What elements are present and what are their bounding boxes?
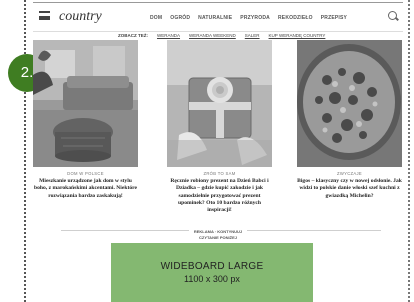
page-frame: country DOM OGRÓD NATURALNIE PRZYRODA RE…: [33, 0, 403, 302]
nav-item-ogrod[interactable]: OGRÓD: [170, 15, 190, 21]
article-card[interactable]: ZWYCZAJE Bigos – klasyczny czy w nowej o…: [297, 40, 402, 200]
article-title[interactable]: Ręcznie robiony prezent na Dzień Babci i…: [167, 178, 272, 214]
ad-label: REKLAMA · KONTYNUUJ CZYTANIE PONIŻEJ: [33, 229, 403, 240]
nav-item-przepisy[interactable]: PRZEPISY: [321, 15, 347, 21]
nav-item-rekodzielo[interactable]: REKODZIEŁO: [278, 15, 313, 21]
nav-item-dom[interactable]: DOM: [150, 15, 162, 21]
article-image-bigos-dish[interactable]: [297, 40, 402, 167]
article-card[interactable]: ZRÓB TO SAM Ręcznie robiony prezent na D…: [167, 40, 272, 214]
see-also-link-weranda[interactable]: WERANDA: [157, 33, 180, 38]
site-header: country DOM OGRÓD NATURALNIE PRZYRODA RE…: [33, 2, 403, 32]
main-nav: DOM OGRÓD NATURALNIE PRZYRODA REKODZIEŁO…: [150, 15, 347, 21]
see-also-bar: ZOBACZ TEŻ: WERANDA WERANDA WEEKEND SALE…: [118, 33, 325, 38]
article-category: ZWYCZAJE: [337, 171, 362, 176]
ad-box-size: 1100 x 300 px: [184, 274, 240, 284]
article-image-gift-box[interactable]: [167, 40, 272, 167]
see-also-link-saler[interactable]: SALER: [245, 33, 260, 38]
nav-item-naturalnie[interactable]: NATURALNIE: [198, 15, 232, 21]
article-title[interactable]: Mieszkanie urządzone jak dom w stylu boh…: [33, 178, 138, 200]
ad-label-line2: CZYTANIE PONIŻEJ: [194, 234, 242, 240]
article-image-boho-interior[interactable]: [33, 40, 138, 167]
see-also-link-kup[interactable]: KUP WERANDĘ COUNTRY: [269, 33, 326, 38]
article-category: ZRÓB TO SAM: [203, 171, 236, 176]
ad-box-title: WIDEBOARD LARGE: [160, 261, 264, 272]
article-category: DOM W POLSCE: [67, 171, 104, 176]
see-also-label: ZOBACZ TEŻ:: [118, 33, 148, 38]
ad-label-line1: REKLAMA · KONTYNUUJ: [188, 229, 248, 234]
left-dotted-guide: [24, 0, 26, 302]
site-logo[interactable]: country: [59, 9, 102, 25]
hamburger-menu-icon[interactable]: [39, 11, 50, 20]
ad-placeholder-box[interactable]: WIDEBOARD LARGE 1100 x 300 px: [111, 243, 313, 302]
article-title[interactable]: Bigos – klasyczny czy w nowej odsłonie. …: [297, 178, 402, 200]
article-card[interactable]: DOM W POLSCE Mieszkanie urządzone jak do…: [33, 40, 138, 200]
nav-item-przyroda[interactable]: PRZYRODA: [240, 15, 270, 21]
right-dotted-guide: [408, 0, 410, 302]
see-also-link-weranda-weekend[interactable]: WERANDA WEEKEND: [189, 33, 236, 38]
search-icon[interactable]: [388, 11, 397, 20]
